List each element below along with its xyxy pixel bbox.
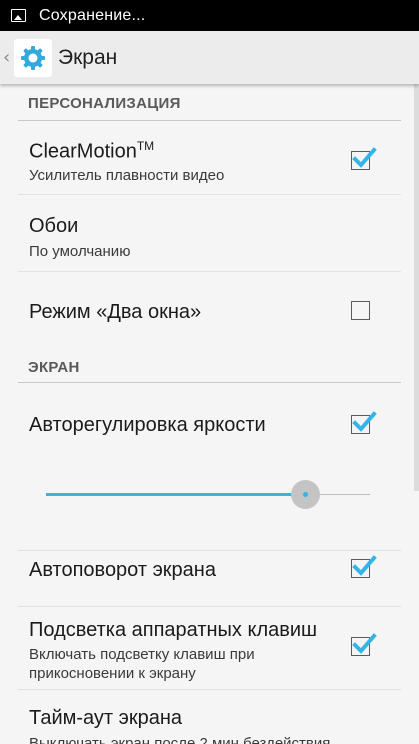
check-mark-icon [352,555,377,576]
settings-list[interactable]: ПЕРСОНАЛИЗАЦИЯ ClearMotionTM Усилитель п… [0,84,419,744]
pref-screen-timeout-summary: Выключать экран после 2 мин бездействия [29,735,331,744]
divider [18,271,401,272]
pref-wallpaper-summary: По умолчанию [29,243,131,260]
settings-gear-icon[interactable] [14,38,52,77]
status-bar: Сохранение... [0,0,419,31]
action-bar: ‹ Экран [0,31,419,84]
status-text: Сохранение... [39,6,146,24]
trademark-mark: TM [136,139,155,153]
auto-rotate-checkbox[interactable] [351,555,377,578]
section-header-personalization: ПЕРСОНАЛИЗАЦИЯ [28,95,181,112]
divider [18,194,401,195]
pref-auto-rotate-title: Автоповорот экрана [29,559,216,581]
check-mark-icon [352,411,377,432]
divider [18,689,401,690]
pref-clearmotion-title: ClearMotionTM [29,139,154,164]
pref-screen-timeout-title: Тайм-аут экрана [29,707,183,729]
section-header-screen: ЭКРАН [28,359,80,376]
check-mark-icon [352,633,377,654]
key-backlight-checkbox[interactable] [351,633,377,656]
slider-fill [46,493,306,496]
clearmotion-checkbox[interactable] [351,147,377,170]
scrollbar[interactable] [414,84,419,491]
pref-wallpaper-title: Обои [29,215,79,237]
page-title: Экран [58,45,118,69]
slider-thumb[interactable] [302,492,308,497]
back-caret-icon[interactable]: ‹ [3,48,13,67]
pref-key-backlight-summary-2: прикосновении к экрану [29,665,196,682]
dual-window-checkbox[interactable] [351,301,370,320]
check-mark-icon [352,147,377,168]
pref-key-backlight-title: Подсветка аппаратных клавиш [29,619,318,641]
section-divider [18,382,401,383]
pref-auto-brightness-title: Авторегулировка яркости [29,414,266,436]
section-divider [18,120,401,121]
image-notification-icon [11,9,26,22]
pref-key-backlight-summary-1: Включать подсветку клавиш при [29,646,255,663]
clearmotion-label: ClearMotion [29,140,137,163]
pref-clearmotion-summary: Усилитель плавности видео [29,167,225,184]
auto-brightness-checkbox[interactable] [351,411,377,434]
divider [18,606,401,607]
pref-dual-window-title: Режим «Два окна» [29,301,202,323]
divider [18,550,401,551]
